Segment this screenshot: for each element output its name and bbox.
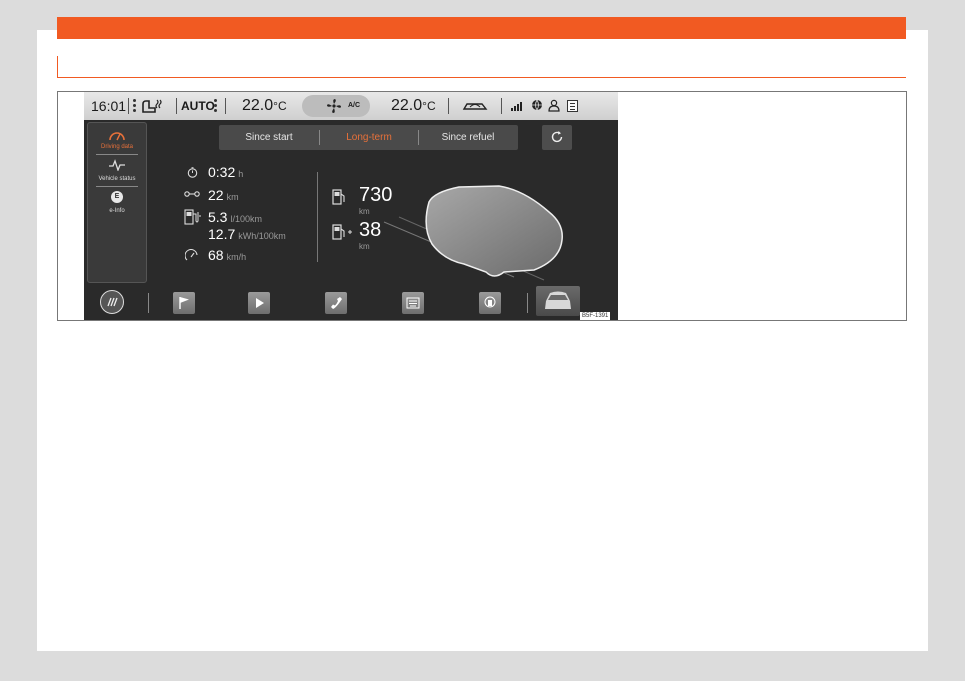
trip-distance: 22 km: [208, 187, 239, 203]
distance-icon: [184, 191, 200, 197]
electric-consumption: 12.7 kWh/100km: [208, 226, 286, 242]
document-icon[interactable]: [567, 100, 578, 112]
e-info-badge-icon: E: [111, 191, 123, 203]
apps-button[interactable]: [402, 292, 424, 314]
reset-button[interactable]: [542, 125, 572, 150]
status-bar: 16:01 AUTO 22.0°C A/C 22.0°C: [84, 92, 618, 120]
stopwatch-icon: [187, 167, 198, 178]
separator: [225, 98, 226, 114]
tab-since-refuel[interactable]: Since refuel: [418, 125, 518, 150]
fuel-electric-consumption-icon: [184, 209, 201, 225]
tab-since-start[interactable]: Since start: [219, 125, 319, 150]
data-divider: [317, 172, 318, 262]
average-speed-icon: [185, 249, 198, 261]
menu-button[interactable]: [100, 290, 124, 314]
separator: [448, 98, 449, 114]
infotainment-screen: 16:01 AUTO 22.0°C A/C 22.0°C Driving dat…: [84, 92, 618, 320]
bottom-separator: [148, 293, 149, 313]
climate-menu-dots[interactable]: [214, 99, 217, 113]
separator: [501, 98, 502, 114]
trip-tabs: Since start Long-term Since refuel: [219, 125, 518, 150]
car-settings-button[interactable]: [536, 286, 580, 316]
side-menu-divider: [96, 154, 138, 155]
climate-auto-label[interactable]: AUTO: [181, 92, 215, 120]
figure-code: B5F-1391: [580, 312, 611, 320]
signal-strength-icon: [511, 102, 522, 111]
reset-icon: [551, 131, 563, 143]
fan-icon: [327, 99, 341, 113]
average-speed: 68 km/h: [208, 247, 247, 263]
ac-label: A/C: [348, 102, 361, 109]
media-button[interactable]: [248, 292, 270, 314]
temperature-right[interactable]: 22.0°C: [391, 92, 436, 120]
fuel-consumption: 5.3 l/100km: [208, 209, 262, 225]
clock: 16:01: [91, 98, 127, 114]
air-recirculation-icon[interactable]: [462, 100, 488, 112]
navigation-button[interactable]: [173, 292, 195, 314]
side-menu: Driving data Vehicle status E e-Info: [87, 122, 147, 283]
keyboard-icon: [406, 297, 420, 309]
fuel-station-icon: [484, 296, 496, 308]
header-bar: [57, 17, 906, 39]
seat-heating-icon[interactable]: [140, 98, 164, 114]
temperature-left[interactable]: 22.0°C: [242, 92, 287, 120]
car-front-icon: [545, 291, 571, 309]
play-icon: [256, 298, 264, 308]
side-item-driving-data[interactable]: Driving data: [88, 144, 146, 150]
menu-stripes-icon: [107, 297, 118, 307]
side-menu-divider: [96, 186, 138, 187]
electric-range-unit: km: [359, 242, 370, 251]
page-indicator: [508, 310, 520, 320]
bottom-separator: [527, 293, 528, 313]
side-item-vehicle-status[interactable]: Vehicle status: [88, 176, 146, 182]
globe-icon: [532, 99, 542, 111]
speedometer-icon: [109, 132, 125, 141]
seat-menu-dots[interactable]: [133, 99, 136, 113]
separator: [176, 98, 177, 114]
car-graphic: [383, 185, 563, 281]
vehicle-status-pulse-icon: [109, 159, 125, 171]
fuel-pump-icon: [332, 189, 345, 205]
trip-duration: 0:32 h: [208, 164, 244, 180]
phone-icon: [331, 297, 342, 309]
separator: [128, 98, 129, 114]
fan-ac-button[interactable]: A/C: [302, 95, 370, 117]
side-item-e-info[interactable]: e-Info: [88, 208, 146, 214]
phone-button[interactable]: [325, 292, 347, 314]
section-heading-rule: [57, 56, 906, 78]
tab-long-term[interactable]: Long-term: [319, 125, 419, 150]
user-profile-icon[interactable]: [548, 99, 560, 112]
bottom-bar: [84, 286, 618, 320]
fuel-station-button[interactable]: [479, 292, 501, 314]
hybrid-charge-icon: [332, 224, 352, 240]
fuel-range-unit: km: [359, 207, 370, 216]
flag-icon: [179, 297, 189, 309]
